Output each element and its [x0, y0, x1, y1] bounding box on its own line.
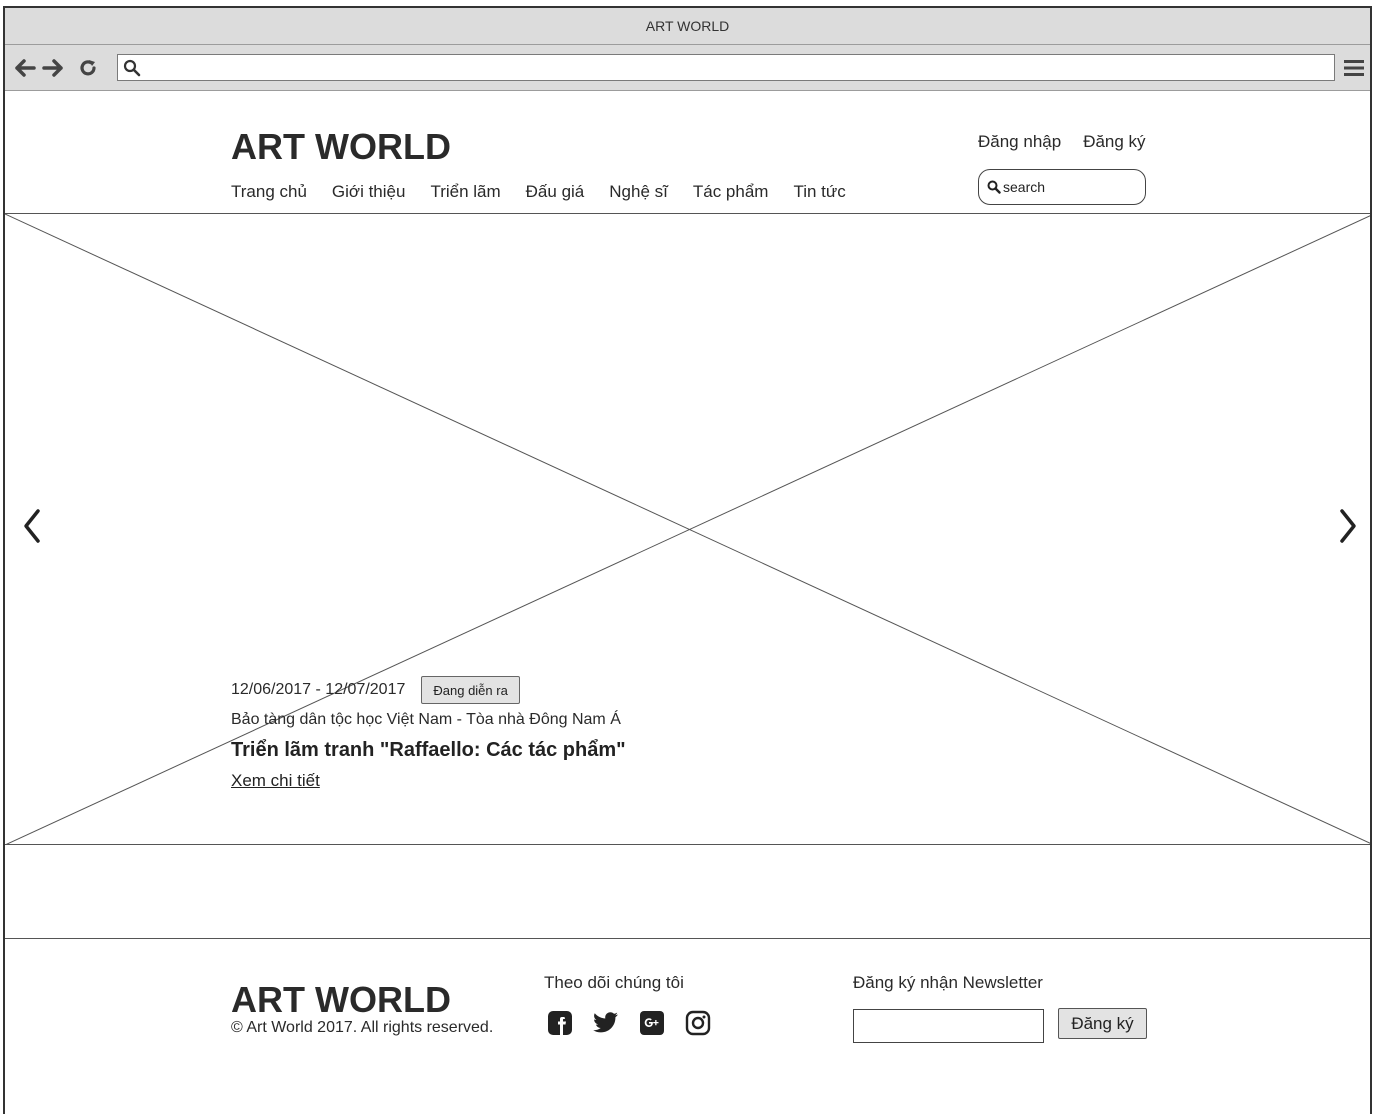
search-input[interactable] — [1003, 176, 1139, 198]
arrow-right-icon — [42, 59, 63, 77]
google-plus-link[interactable] — [638, 1009, 666, 1037]
copyright-text: © Art World 2017. All rights reserved. — [231, 1019, 494, 1036]
exhibition-location: Bảo tàng dân tộc học Việt Nam - Tòa nhà … — [231, 711, 621, 728]
facebook-link[interactable] — [546, 1009, 574, 1037]
google-plus-icon — [640, 1011, 664, 1035]
facebook-icon — [548, 1011, 572, 1035]
address-bar[interactable] — [117, 54, 1335, 81]
site-header: ART WORLD Trang chủ Giới thiệu Triển lãm… — [5, 92, 1370, 214]
social-links — [546, 1009, 730, 1037]
footer-logo: ART WORLD — [231, 979, 451, 1020]
browser-window: ART WORLD ART WORLD Trang chủ Giới thiệu… — [3, 6, 1372, 1114]
newsletter-email-input[interactable] — [853, 1009, 1044, 1043]
browser-toolbar — [5, 45, 1370, 91]
site-footer: ART WORLD © Art World 2017. All rights r… — [5, 939, 1370, 1114]
follow-us-label: Theo dõi chúng tôi — [544, 973, 684, 992]
hamburger-menu-icon — [1344, 60, 1364, 76]
newsletter-subscribe-button[interactable]: Đăng ký — [1058, 1008, 1147, 1039]
reload-icon — [80, 60, 96, 76]
search-icon — [987, 180, 1001, 194]
main-nav: Trang chủ Giới thiệu Triển lãm Đấu giá N… — [231, 182, 871, 202]
auth-links: Đăng nhập Đăng ký — [978, 132, 1168, 152]
window-title-bar: ART WORLD — [5, 8, 1370, 45]
newsletter-label: Đăng ký nhận Newsletter — [853, 973, 1043, 992]
site-search[interactable] — [978, 169, 1146, 205]
view-details-link[interactable]: Xem chi tiết — [231, 771, 320, 791]
login-link[interactable]: Đăng nhập — [978, 132, 1061, 152]
forward-button[interactable] — [40, 55, 66, 81]
nav-item-news[interactable]: Tin tức — [793, 182, 845, 202]
site-logo[interactable]: ART WORLD — [231, 126, 451, 168]
instagram-link[interactable] — [684, 1009, 712, 1037]
hero-carousel: 12/06/2017 - 12/07/2017 Đang diễn ra Bảo… — [5, 214, 1370, 845]
arrow-left-icon — [15, 59, 36, 77]
hero-caption: 12/06/2017 - 12/07/2017 Đang diễn ra Bảo… — [231, 676, 626, 791]
carousel-prev-button[interactable] — [17, 504, 47, 548]
empty-section — [5, 845, 1370, 939]
nav-item-about[interactable]: Giới thiệu — [332, 182, 406, 202]
instagram-icon — [685, 1010, 711, 1036]
hero-image-placeholder — [5, 214, 1370, 844]
nav-item-home[interactable]: Trang chủ — [231, 182, 307, 202]
status-badge: Đang diễn ra — [421, 676, 520, 704]
chevron-left-icon — [24, 509, 40, 543]
exhibition-title: Triển lãm tranh "Raffaello: Các tác phẩm… — [231, 739, 626, 761]
chevron-right-icon — [1340, 509, 1356, 543]
nav-item-artists[interactable]: Nghệ sĩ — [609, 182, 668, 202]
window-title: ART WORLD — [645, 18, 730, 34]
address-input[interactable] — [144, 56, 1329, 79]
back-button[interactable] — [12, 55, 38, 81]
register-link[interactable]: Đăng ký — [1083, 132, 1145, 152]
search-icon — [123, 59, 141, 77]
browser-menu-button[interactable] — [1342, 56, 1366, 80]
exhibition-dates: 12/06/2017 - 12/07/2017 — [231, 681, 406, 698]
reload-button[interactable] — [75, 55, 101, 81]
twitter-link[interactable] — [592, 1009, 620, 1037]
nav-item-auctions[interactable]: Đấu giá — [526, 182, 585, 202]
carousel-next-button[interactable] — [1333, 504, 1363, 548]
nav-item-exhibitions[interactable]: Triển lãm — [430, 182, 500, 202]
twitter-icon — [593, 1012, 618, 1033]
nav-item-artworks[interactable]: Tác phẩm — [693, 182, 769, 202]
